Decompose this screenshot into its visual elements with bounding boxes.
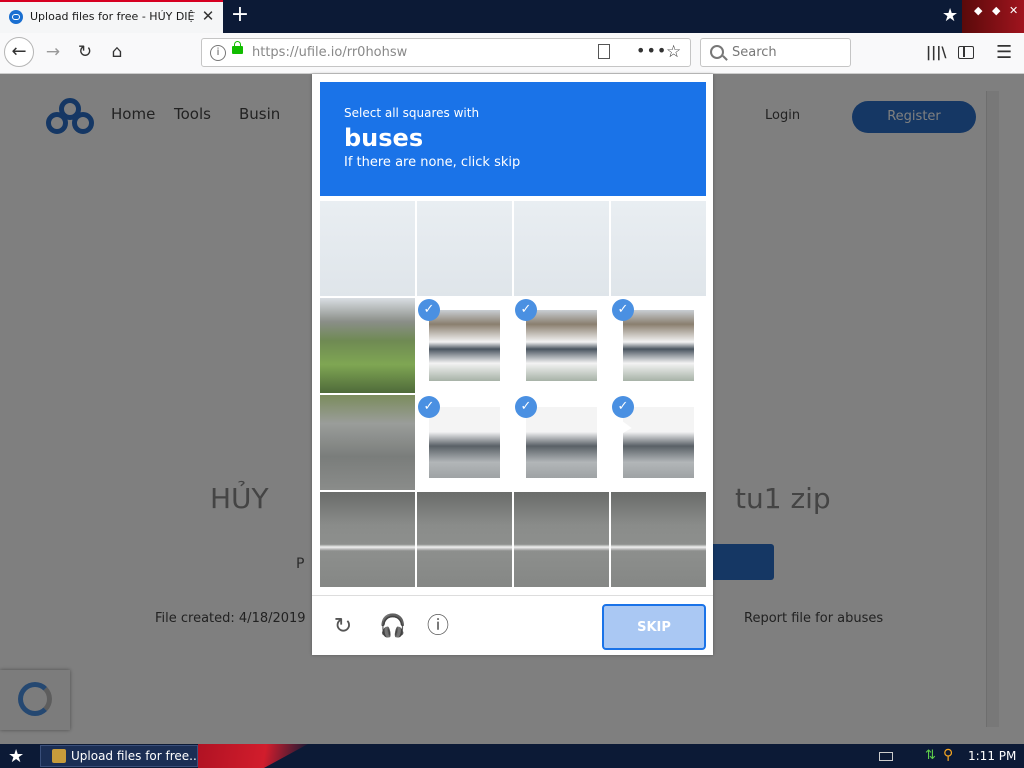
reader-view-icon[interactable] bbox=[598, 44, 610, 59]
grid-tile-selected[interactable]: ✓ bbox=[514, 298, 609, 393]
recaptcha-challenge: Select all squares with buses If there a… bbox=[312, 74, 713, 655]
grid-tile-selected[interactable]: ✓ bbox=[417, 298, 512, 393]
hamburger-menu-icon[interactable]: ☰ bbox=[996, 42, 1012, 63]
page-actions-icon[interactable]: ••• bbox=[636, 41, 667, 60]
grid-tile[interactable] bbox=[514, 492, 609, 587]
address-bar[interactable]: i https://ufile.io/rr0hohsw ••• ☆ bbox=[201, 38, 691, 67]
new-tab-button[interactable]: + bbox=[229, 4, 251, 27]
site-info-icon[interactable]: i bbox=[210, 45, 226, 61]
flag-decoration bbox=[198, 744, 308, 768]
tab-close-icon[interactable]: ✕ bbox=[199, 7, 217, 25]
maximize-icon[interactable]: ◆ bbox=[992, 4, 1000, 17]
minimize-icon[interactable]: ◆ bbox=[974, 4, 982, 17]
keyboard-icon[interactable] bbox=[879, 752, 893, 761]
back-button[interactable]: ← bbox=[4, 37, 34, 67]
help-info-icon[interactable]: ⓘ bbox=[426, 615, 450, 639]
reload-challenge-icon[interactable]: ↻ bbox=[331, 615, 355, 639]
challenge-grid: ✓ ✓ ✓ ✓ ✓ ✓ bbox=[320, 201, 706, 588]
search-icon bbox=[710, 45, 724, 59]
bookmark-star-icon[interactable]: ☆ bbox=[666, 42, 681, 62]
search-placeholder: Search bbox=[732, 45, 777, 60]
reload-button[interactable]: ↻ bbox=[74, 41, 96, 63]
checkmark-icon: ✓ bbox=[612, 396, 634, 418]
browser-tab[interactable]: Upload files for free - HỦY DIỆT M ✕ bbox=[0, 0, 223, 33]
checkmark-icon: ✓ bbox=[515, 299, 537, 321]
navigation-toolbar: ← → ↻ ⌂ i https://ufile.io/rr0hohsw ••• … bbox=[0, 33, 1024, 74]
library-icon[interactable]: |||\ bbox=[926, 45, 946, 61]
home-button[interactable]: ⌂ bbox=[106, 41, 128, 63]
network-icon[interactable]: ⇅ bbox=[925, 748, 936, 763]
challenge-object: buses bbox=[344, 124, 424, 152]
skip-button[interactable]: SKIP bbox=[602, 604, 706, 650]
grid-tile[interactable] bbox=[417, 201, 512, 296]
ufile-favicon-icon bbox=[9, 10, 23, 24]
start-star-icon[interactable]: ★ bbox=[8, 746, 24, 767]
challenge-instruction: Select all squares with bbox=[344, 106, 480, 120]
grid-tile[interactable] bbox=[611, 492, 706, 587]
grid-tile[interactable] bbox=[417, 492, 512, 587]
tab-title: Upload files for free - HỦY DIỆT M bbox=[30, 10, 195, 23]
grid-tile[interactable] bbox=[514, 201, 609, 296]
grid-tile[interactable] bbox=[320, 298, 415, 393]
clock[interactable]: 1:11 PM bbox=[968, 749, 1016, 763]
grid-tile[interactable] bbox=[611, 201, 706, 296]
checkmark-icon: ✓ bbox=[612, 299, 634, 321]
audio-challenge-icon[interactable]: 🎧 bbox=[379, 615, 406, 639]
search-input[interactable]: Search bbox=[700, 38, 851, 67]
close-window-icon[interactable]: ✕ bbox=[1009, 4, 1018, 17]
lock-icon bbox=[232, 41, 243, 54]
checkmark-icon: ✓ bbox=[418, 396, 440, 418]
challenge-subtext: If there are none, click skip bbox=[344, 155, 521, 170]
search-tray-icon[interactable]: ⚲ bbox=[943, 747, 953, 763]
window-controls: ◆ ◆ ✕ bbox=[962, 0, 1024, 33]
firefox-task-icon bbox=[52, 749, 66, 763]
grid-tile-selected[interactable]: ✓ bbox=[514, 395, 609, 490]
grid-tile[interactable] bbox=[320, 201, 415, 296]
challenge-footer: ↻ 🎧 ⓘ SKIP bbox=[312, 595, 713, 656]
grid-tile-selected[interactable]: ✓ bbox=[417, 395, 512, 490]
grid-tile-selected[interactable]: ✓ bbox=[611, 298, 706, 393]
checkmark-icon: ✓ bbox=[418, 299, 440, 321]
star-icon: ★ bbox=[942, 5, 959, 26]
sidebar-toggle-icon[interactable] bbox=[958, 46, 974, 59]
tab-strip: Upload files for free - HỦY DIỆT M ✕ + ★… bbox=[0, 0, 1024, 33]
url-text[interactable]: https://ufile.io/rr0hohsw bbox=[252, 45, 407, 60]
taskbar: ★ Upload files for free... ⇅ ⚲ 1:11 PM bbox=[0, 744, 1024, 768]
challenge-header: Select all squares with buses If there a… bbox=[320, 82, 706, 196]
forward-button[interactable]: → bbox=[42, 41, 64, 63]
checkmark-icon: ✓ bbox=[515, 396, 537, 418]
grid-tile-selected[interactable]: ✓ bbox=[611, 395, 706, 490]
grid-tile[interactable] bbox=[320, 395, 415, 490]
grid-tile[interactable] bbox=[320, 492, 415, 587]
